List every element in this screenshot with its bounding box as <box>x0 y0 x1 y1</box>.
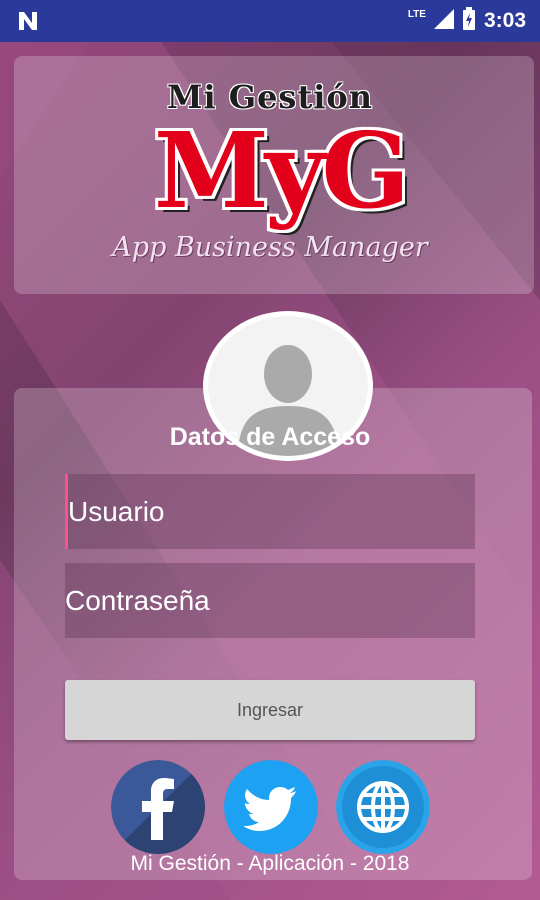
username-input[interactable] <box>65 474 475 549</box>
brand-subtitle: App Business Manager <box>112 232 428 263</box>
login-title: Datos de Acceso <box>169 423 371 451</box>
globe-icon <box>336 760 430 854</box>
facebook-icon <box>111 760 205 854</box>
password-input[interactable] <box>65 563 475 638</box>
network-type: LTE <box>407 8 426 20</box>
website-button[interactable] <box>336 760 430 854</box>
battery-icon <box>462 6 476 36</box>
facebook-button[interactable] <box>111 760 205 854</box>
footer-text: Mi Gestión - Aplicación - 2018 <box>130 852 410 875</box>
twitter-button[interactable] <box>224 760 318 854</box>
signal-icon <box>433 8 454 34</box>
notification-icon <box>16 9 40 38</box>
brand-logo: MyG <box>153 109 410 232</box>
twitter-icon <box>224 760 318 854</box>
clock: 3:03 <box>483 9 526 32</box>
login-button[interactable]: Ingresar <box>65 680 475 740</box>
status-bar: LTE 3:03 <box>0 0 540 42</box>
